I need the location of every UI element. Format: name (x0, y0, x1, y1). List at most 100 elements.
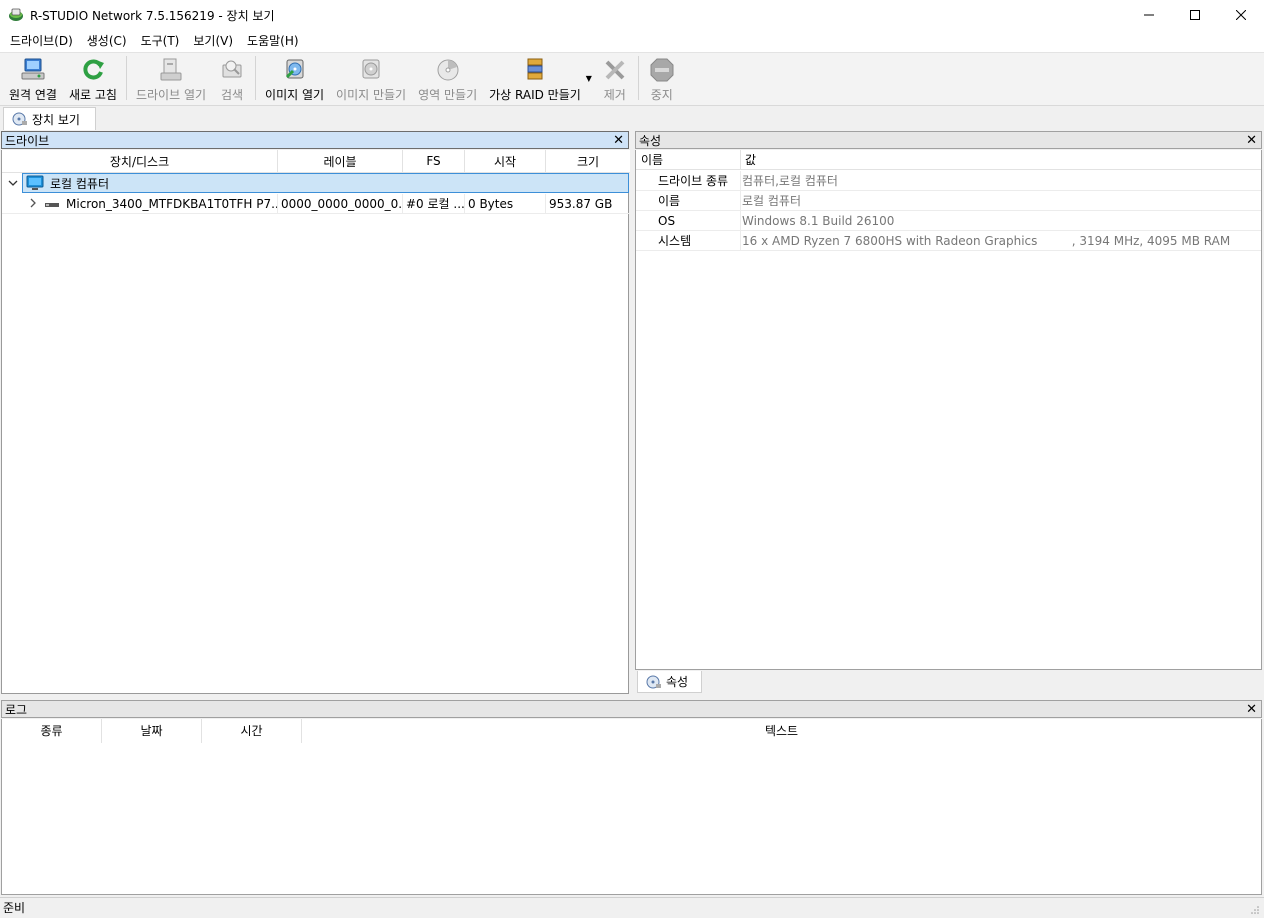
drives-panel-title: 드라이브 (5, 133, 50, 148)
minimize-button[interactable] (1126, 0, 1172, 30)
create-image-icon (362, 59, 380, 79)
close-icon (1236, 10, 1246, 20)
tab-device-view[interactable]: 장치 보기 (3, 107, 96, 130)
maximize-button[interactable] (1172, 0, 1218, 30)
raid-icon (527, 58, 543, 80)
open-image-button[interactable]: 이미지 열기 (259, 53, 330, 103)
log-column-date[interactable]: 날짜 (102, 719, 202, 743)
properties-icon (646, 675, 661, 688)
properties-col-name: 이름 (641, 153, 664, 167)
menu-create[interactable]: 생성(C) (80, 31, 134, 51)
log-panel-close-button[interactable]: ✕ (1246, 701, 1257, 718)
cell-device: Micron_3400_MTFDKBA1T0TFH P7... (66, 197, 278, 211)
column-header-label-text: 레이블 (323, 154, 357, 169)
minimize-icon (1144, 14, 1154, 16)
open-drive-label: 드라이브 열기 (135, 88, 207, 102)
search-icon (222, 60, 242, 78)
property-row[interactable]: 시스템 16 x AMD Ryzen 7 6800HS with Radeon … (636, 231, 1261, 251)
log-panel: 종류 날짜 시간 텍스트 (1, 719, 1262, 895)
status-bar: 준비 (0, 897, 1264, 918)
caret-down-icon: ▼ (585, 73, 592, 83)
log-column-time[interactable]: 시간 (202, 719, 302, 743)
properties-header-row: 이름 값 (636, 150, 1261, 170)
stop-label: 중지 (650, 88, 673, 102)
column-header-fs[interactable]: FS (403, 150, 465, 173)
stop-icon (650, 58, 674, 82)
log-column-text-label: 텍스트 (764, 724, 799, 738)
property-value: Windows 8.1 Build 26100 (740, 211, 894, 231)
column-header-size-label: 크기 (576, 154, 600, 169)
property-row[interactable]: OS Windows 8.1 Build 26100 (636, 211, 1261, 231)
property-row[interactable]: 드라이브 종류 컴퓨터,로컬 컴퓨터 (636, 171, 1261, 191)
open-drive-icon (160, 58, 182, 81)
property-value: 컴퓨터,로컬 컴퓨터 (740, 171, 838, 191)
search-button[interactable]: 검색 (212, 53, 252, 103)
properties-panel: 이름 값 드라이브 종류 컴퓨터,로컬 컴퓨터 이름 로컬 컴퓨터 OS Win… (635, 150, 1262, 670)
status-text: 준비 (3, 901, 26, 915)
toolbar-separator (255, 56, 257, 100)
open-drive-button[interactable]: 드라이브 열기 (130, 53, 212, 103)
menu-view[interactable]: 보기(V) (186, 31, 240, 51)
disk-drive-icon (45, 202, 59, 207)
log-column-text[interactable]: 텍스트 (302, 719, 1261, 743)
create-virtual-raid-label: 가상 RAID 만들기 (489, 88, 581, 102)
properties-col-value: 값 (740, 150, 756, 170)
drives-panel-header: 드라이브 ✕ (1, 131, 629, 149)
property-name: 시스템 (658, 234, 692, 248)
property-row[interactable]: 이름 로컬 컴퓨터 (636, 191, 1261, 211)
menu-tools[interactable]: 도구(T) (134, 31, 187, 51)
create-image-label: 이미지 만들기 (336, 88, 407, 102)
column-header-size[interactable]: 크기 (546, 150, 630, 173)
tab-properties[interactable]: 속성 (637, 671, 702, 693)
log-panel-title: 로그 (5, 702, 28, 717)
remote-connect-label: 원격 연결 (9, 88, 57, 102)
drives-panel-close-button[interactable]: ✕ (613, 132, 624, 149)
refresh-button[interactable]: 새로 고침 (63, 53, 123, 103)
create-image-button[interactable]: 이미지 만들기 (330, 53, 412, 103)
cell-fs: #0 로컬 ... (403, 194, 465, 214)
remove-icon (605, 60, 625, 80)
create-region-label: 영역 만들기 (418, 88, 478, 102)
create-region-icon (437, 59, 459, 81)
property-name: OS (658, 214, 676, 228)
title-bar: R-STUDIO Network 7.5.156219 - 장치 보기 (0, 0, 1264, 30)
log-panel-header: 로그 ✕ (1, 700, 1262, 718)
toolbar: 원격 연결 새로 고침 드라이브 열기 검색 이미지 열기 이미지 만들기 영역… (0, 52, 1264, 105)
menu-bar: 드라이브(D) 생성(C) 도구(T) 보기(V) 도움말(H) (0, 30, 1264, 52)
row-divider (2, 213, 629, 214)
property-value: 16 x AMD Ryzen 7 6800HS with Radeon Grap… (740, 231, 1230, 251)
maximize-icon (1190, 10, 1200, 20)
property-name: 드라이브 종류 (658, 174, 729, 188)
computer-icon (26, 175, 44, 190)
drives-panel: 장치/디스크 레이블 FS 시작 크기 로컬 컴퓨터 Micron_3400_M… (1, 150, 630, 694)
log-column-type[interactable]: 종류 (2, 719, 102, 743)
properties-panel-header: 속성 ✕ (635, 131, 1262, 149)
column-header-device[interactable]: 장치/디스크 (2, 150, 278, 173)
refresh-icon (83, 59, 104, 80)
toolbar-separator (637, 56, 639, 100)
resize-grip-icon[interactable] (1250, 905, 1260, 915)
table-row[interactable]: Micron_3400_MTFDKBA1T0TFH P7... 0000_000… (2, 194, 629, 214)
column-header-device-label: 장치/디스크 (109, 154, 170, 169)
cell-start: 0 Bytes (465, 194, 546, 214)
tree-item-local-computer[interactable]: 로컬 컴퓨터 (22, 173, 629, 193)
column-header-label[interactable]: 레이블 (278, 150, 403, 173)
create-region-button[interactable]: 영역 만들기 (412, 53, 483, 103)
remove-button[interactable]: 제거 (595, 53, 635, 103)
stop-button[interactable]: 중지 (642, 53, 682, 103)
tree-expand-root[interactable] (6, 175, 20, 191)
menu-drive[interactable]: 드라이브(D) (3, 31, 80, 51)
properties-panel-title: 속성 (639, 133, 662, 148)
properties-panel-close-button[interactable]: ✕ (1246, 132, 1257, 149)
menu-help[interactable]: 도움말(H) (240, 31, 306, 51)
remote-connect-button[interactable]: 원격 연결 (3, 53, 63, 103)
open-image-icon (285, 59, 304, 79)
open-image-label: 이미지 열기 (265, 88, 325, 102)
cell-label: 0000_0000_0000_0... (278, 194, 403, 214)
raid-dropdown-button[interactable]: ▼ (583, 53, 595, 103)
create-virtual-raid-button[interactable]: 가상 RAID 만들기 (483, 53, 587, 103)
column-header-start[interactable]: 시작 (465, 150, 546, 173)
app-logo-icon (9, 8, 23, 21)
tab-properties-label: 속성 (666, 675, 689, 689)
close-window-button[interactable] (1218, 0, 1264, 30)
